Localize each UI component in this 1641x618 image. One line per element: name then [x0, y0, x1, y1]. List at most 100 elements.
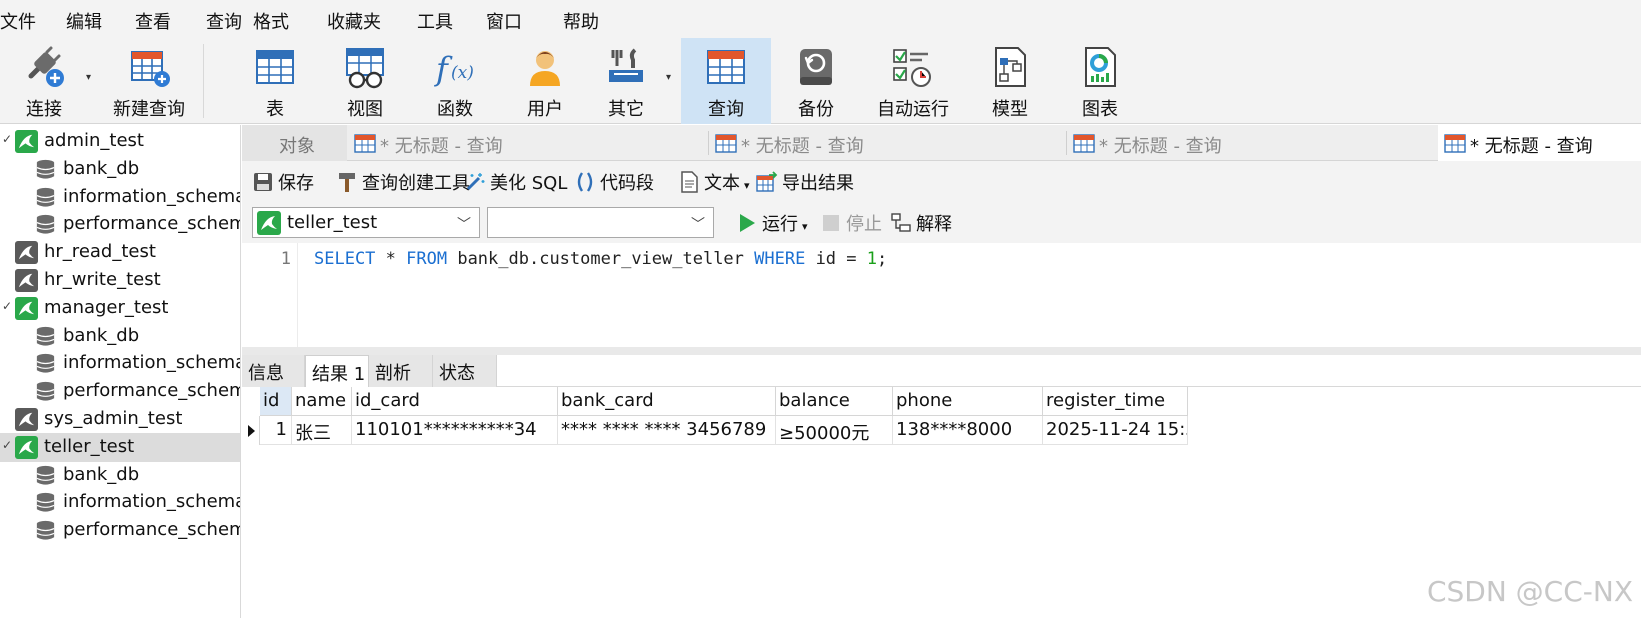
column-header-id[interactable]: id — [260, 387, 292, 416]
database-select[interactable]: ﹀ — [487, 207, 714, 238]
tree-node-label: bank_db — [63, 157, 140, 179]
explain-button[interactable]: 解释 — [890, 210, 952, 236]
grid-cell[interactable]: **** **** **** 3456789 — [558, 416, 776, 445]
tree-connection-node[interactable]: sys_admin_test — [0, 405, 240, 434]
grid-cell[interactable]: 110101**********34 — [352, 416, 558, 445]
tree-node-label: performance_schema — [63, 519, 241, 541]
row-marker[interactable] — [242, 416, 260, 445]
stop-button[interactable]: 停止 — [820, 210, 882, 236]
tab-result-1[interactable]: 结果 1 — [305, 355, 369, 387]
query-tab-icon — [1073, 134, 1095, 153]
query-button[interactable]: 查询 — [681, 38, 771, 124]
query-label: 查询 — [708, 99, 744, 120]
tab-query-2[interactable]: * 无标题 - 查询 — [709, 125, 1066, 161]
tree-database-node[interactable]: information_schema — [0, 183, 240, 212]
export-results-label: 导出结果 — [782, 173, 854, 194]
chart-button[interactable]: 图表 — [1055, 38, 1145, 124]
tree-database-node[interactable]: bank_db — [0, 322, 240, 351]
function-button[interactable]: f (x) 函数 — [410, 38, 500, 124]
auto-run-button[interactable]: 自动运行 — [861, 38, 965, 124]
tab-status-label: 状态 — [439, 363, 475, 384]
menu-window[interactable]: 窗口 — [486, 8, 522, 34]
menu-view[interactable]: 查看 — [135, 8, 171, 34]
column-header-id-card[interactable]: id_card — [352, 387, 558, 416]
editor-result-splitter[interactable] — [242, 347, 1641, 355]
grid-cell-value: 张三 — [295, 423, 331, 444]
tab-status[interactable]: 状态 — [433, 355, 497, 387]
column-header-label: name — [295, 390, 347, 411]
tree-connection-node[interactable]: ✓ teller_test — [0, 432, 240, 462]
menu-format[interactable]: 格式 — [253, 8, 289, 34]
tree-connection-node[interactable]: ✓ manager_test — [0, 294, 240, 323]
view-icon — [346, 48, 384, 89]
table-button[interactable]: 表 — [230, 38, 320, 124]
column-header-name[interactable]: name — [292, 387, 352, 416]
expand-chevron-icon[interactable]: ✓ — [2, 299, 12, 313]
tree-database-node[interactable]: information_schema — [0, 488, 240, 517]
connection-select[interactable]: teller_test ﹀ — [252, 207, 480, 238]
snippet-button[interactable]: 代码段 — [574, 169, 654, 195]
tree-connection-node[interactable]: ✓ admin_test — [0, 127, 240, 156]
sql-editor[interactable]: 1 SELECT * FROM bank_db.customer_view_te… — [242, 243, 1641, 347]
tree-database-node[interactable]: performance_schema — [0, 377, 241, 406]
tree-database-node[interactable]: performance_schema — [0, 516, 241, 545]
text-button[interactable]: 文本 ▾ — [678, 169, 750, 195]
user-button[interactable]: 用户 — [500, 38, 590, 124]
grid-cell-value: **** **** **** 3456789 — [561, 419, 767, 440]
menu-query[interactable]: 查询 — [206, 8, 242, 34]
chart-label: 图表 — [1082, 99, 1118, 120]
sql-text: id = — [805, 249, 867, 269]
grid-cell[interactable]: ≥50000元 — [776, 416, 893, 445]
sql-code-line[interactable]: SELECT * FROM bank_db.customer_view_tell… — [314, 249, 887, 269]
tab-query-active[interactable]: * 无标题 - 查询 — [1438, 125, 1641, 161]
run-dropdown-caret-icon[interactable]: ▾ — [802, 220, 808, 233]
tree-connection-node[interactable]: hr_write_test — [0, 266, 240, 295]
other-dropdown-caret-icon[interactable]: ▾ — [666, 72, 671, 83]
tree-database-node[interactable]: bank_db — [0, 461, 240, 490]
query-builder-button[interactable]: 查询创建工具 — [336, 169, 470, 195]
column-header-phone[interactable]: phone — [893, 387, 1043, 416]
tab-profile[interactable]: 剖析 — [369, 355, 433, 387]
connect-dropdown-caret-icon[interactable]: ▾ — [86, 72, 91, 83]
grid-cell[interactable]: 张三 — [292, 416, 352, 445]
tree-database-node[interactable]: information_schema — [0, 349, 240, 378]
column-header-balance[interactable]: balance — [776, 387, 893, 416]
tab-query-2-label: * 无标题 - 查询 — [741, 136, 864, 157]
menu-help[interactable]: 帮助 — [563, 8, 599, 34]
export-results-button[interactable]: 导出结果 — [756, 169, 854, 195]
tree-connection-node[interactable]: hr_read_test — [0, 238, 240, 267]
view-button[interactable]: 视图 — [320, 38, 410, 124]
save-button[interactable]: 保存 — [252, 169, 314, 195]
text-dropdown-caret-icon[interactable]: ▾ — [744, 179, 750, 192]
line-number-gutter: 1 — [242, 243, 298, 347]
grid-cell[interactable]: 138****8000 — [893, 416, 1043, 445]
menu-file[interactable]: 文件 — [0, 8, 36, 34]
model-button[interactable]: 模型 — [965, 38, 1055, 124]
backup-button[interactable]: 备份 — [771, 38, 861, 124]
tree-database-node[interactable]: bank_db — [0, 155, 240, 184]
other-button[interactable]: 其它 — [590, 38, 662, 124]
column-header-bank-card[interactable]: bank_card — [558, 387, 776, 416]
beautify-sql-button[interactable]: 美化 SQL — [464, 169, 567, 195]
menu-tools[interactable]: 工具 — [417, 8, 453, 34]
expand-chevron-icon[interactable]: ✓ — [2, 438, 12, 452]
tree-node-label: performance_schema — [63, 380, 241, 402]
grid-cell[interactable]: 2025-11-24 15:5 — [1043, 416, 1188, 445]
run-button[interactable]: 运行 ▾ — [736, 210, 808, 236]
tree-database-node[interactable]: performance_schema — [0, 210, 240, 239]
menu-favorites[interactable]: 收藏夹 — [327, 8, 381, 34]
connect-button[interactable]: 连接 — [8, 38, 80, 124]
tab-objects[interactable]: 对象 — [242, 125, 347, 161]
tab-query-3[interactable]: * 无标题 - 查询 — [1067, 125, 1437, 161]
new-query-button[interactable]: 新建查询 — [100, 38, 198, 124]
tab-objects-label: 对象 — [279, 136, 315, 157]
mysql-connection-closed-icon — [15, 241, 38, 265]
tab-query-1[interactable]: * 无标题 - 查询 — [348, 125, 708, 161]
new-query-label: 新建查询 — [113, 99, 185, 120]
tab-info[interactable]: 信息 — [242, 355, 305, 387]
column-header-register-time[interactable]: register_time — [1043, 387, 1188, 416]
explain-icon — [891, 213, 911, 232]
expand-chevron-icon[interactable]: ✓ — [2, 132, 12, 146]
menu-edit[interactable]: 编辑 — [66, 8, 102, 34]
grid-cell[interactable]: 1 — [260, 416, 292, 445]
